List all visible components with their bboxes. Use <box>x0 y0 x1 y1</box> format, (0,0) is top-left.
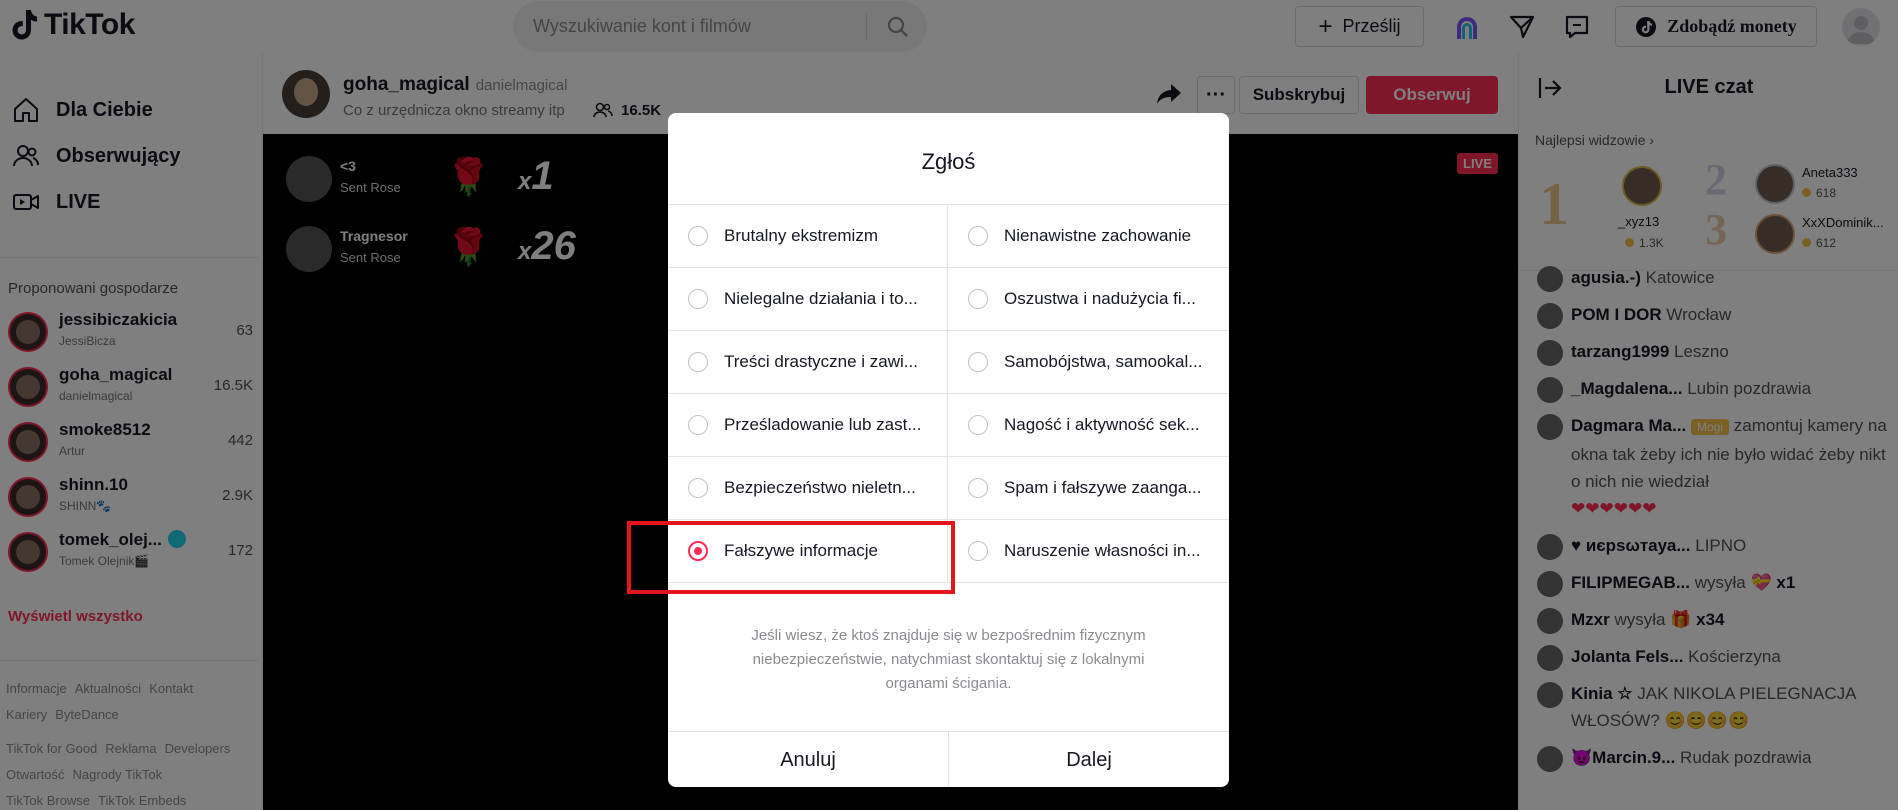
report-option-label: Spam i fałszywe zaanga... <box>1004 478 1202 497</box>
report-option-label: Prześladowanie lub zast... <box>724 415 922 434</box>
report-dialog: Zgłoś Brutalny ekstremizm Nienawistne za… <box>668 113 1229 787</box>
report-option[interactable]: Spam i fałszywe zaanga... <box>948 457 1229 520</box>
report-option-label: Nagość i aktywność sek... <box>1004 415 1200 434</box>
report-option[interactable]: Treści drastyczne i zawi... <box>668 331 948 394</box>
report-dialog-title: Zgłoś <box>921 149 976 174</box>
radio-button[interactable] <box>968 226 988 246</box>
radio-button[interactable] <box>968 478 988 498</box>
report-option-label: Nienawistne zachowanie <box>1004 226 1192 245</box>
report-option-label: Naruszenie własności in... <box>1004 541 1201 560</box>
report-reasons-grid: Brutalny ekstremizm Nienawistne zachowan… <box>668 204 1229 583</box>
report-option[interactable]: Nielegalne działania i to... <box>668 268 948 331</box>
radio-button[interactable] <box>688 289 708 309</box>
report-option[interactable]: Nienawistne zachowanie <box>948 205 1229 268</box>
report-option[interactable]: Prześladowanie lub zast... <box>668 394 948 457</box>
safety-note: Jeśli wiesz, że ktoś znajduje się w bezp… <box>751 627 1146 692</box>
radio-button[interactable] <box>968 415 988 435</box>
next-button[interactable]: Dalej <box>949 732 1229 787</box>
selection-highlight-box <box>627 521 955 594</box>
report-option-label: Bezpieczeństwo nieletn... <box>724 478 916 497</box>
radio-button[interactable] <box>688 352 708 372</box>
radio-button[interactable] <box>688 478 708 498</box>
cancel-button[interactable]: Anuluj <box>668 732 949 787</box>
report-option-label: Samobójstwa, samookal... <box>1004 352 1203 371</box>
report-option[interactable]: Naruszenie własności in... <box>948 520 1229 583</box>
report-option-label: Oszustwa i nadużycia fi... <box>1004 289 1196 308</box>
report-option[interactable]: Oszustwa i nadużycia fi... <box>948 268 1229 331</box>
radio-button[interactable] <box>968 541 988 561</box>
radio-button[interactable] <box>968 289 988 309</box>
report-option-label: Treści drastyczne i zawi... <box>724 352 918 371</box>
radio-button[interactable] <box>688 415 708 435</box>
report-option[interactable]: Brutalny ekstremizm <box>668 205 948 268</box>
report-option[interactable]: Nagość i aktywność sek... <box>948 394 1229 457</box>
report-option-label: Brutalny ekstremizm <box>724 226 878 245</box>
radio-button[interactable] <box>688 226 708 246</box>
report-option[interactable]: Samobójstwa, samookal... <box>948 331 1229 394</box>
report-option-label: Nielegalne działania i to... <box>724 289 918 308</box>
report-option[interactable]: Bezpieczeństwo nieletn... <box>668 457 948 520</box>
radio-button[interactable] <box>968 352 988 372</box>
dialog-actions: Anuluj Dalej <box>668 731 1229 787</box>
